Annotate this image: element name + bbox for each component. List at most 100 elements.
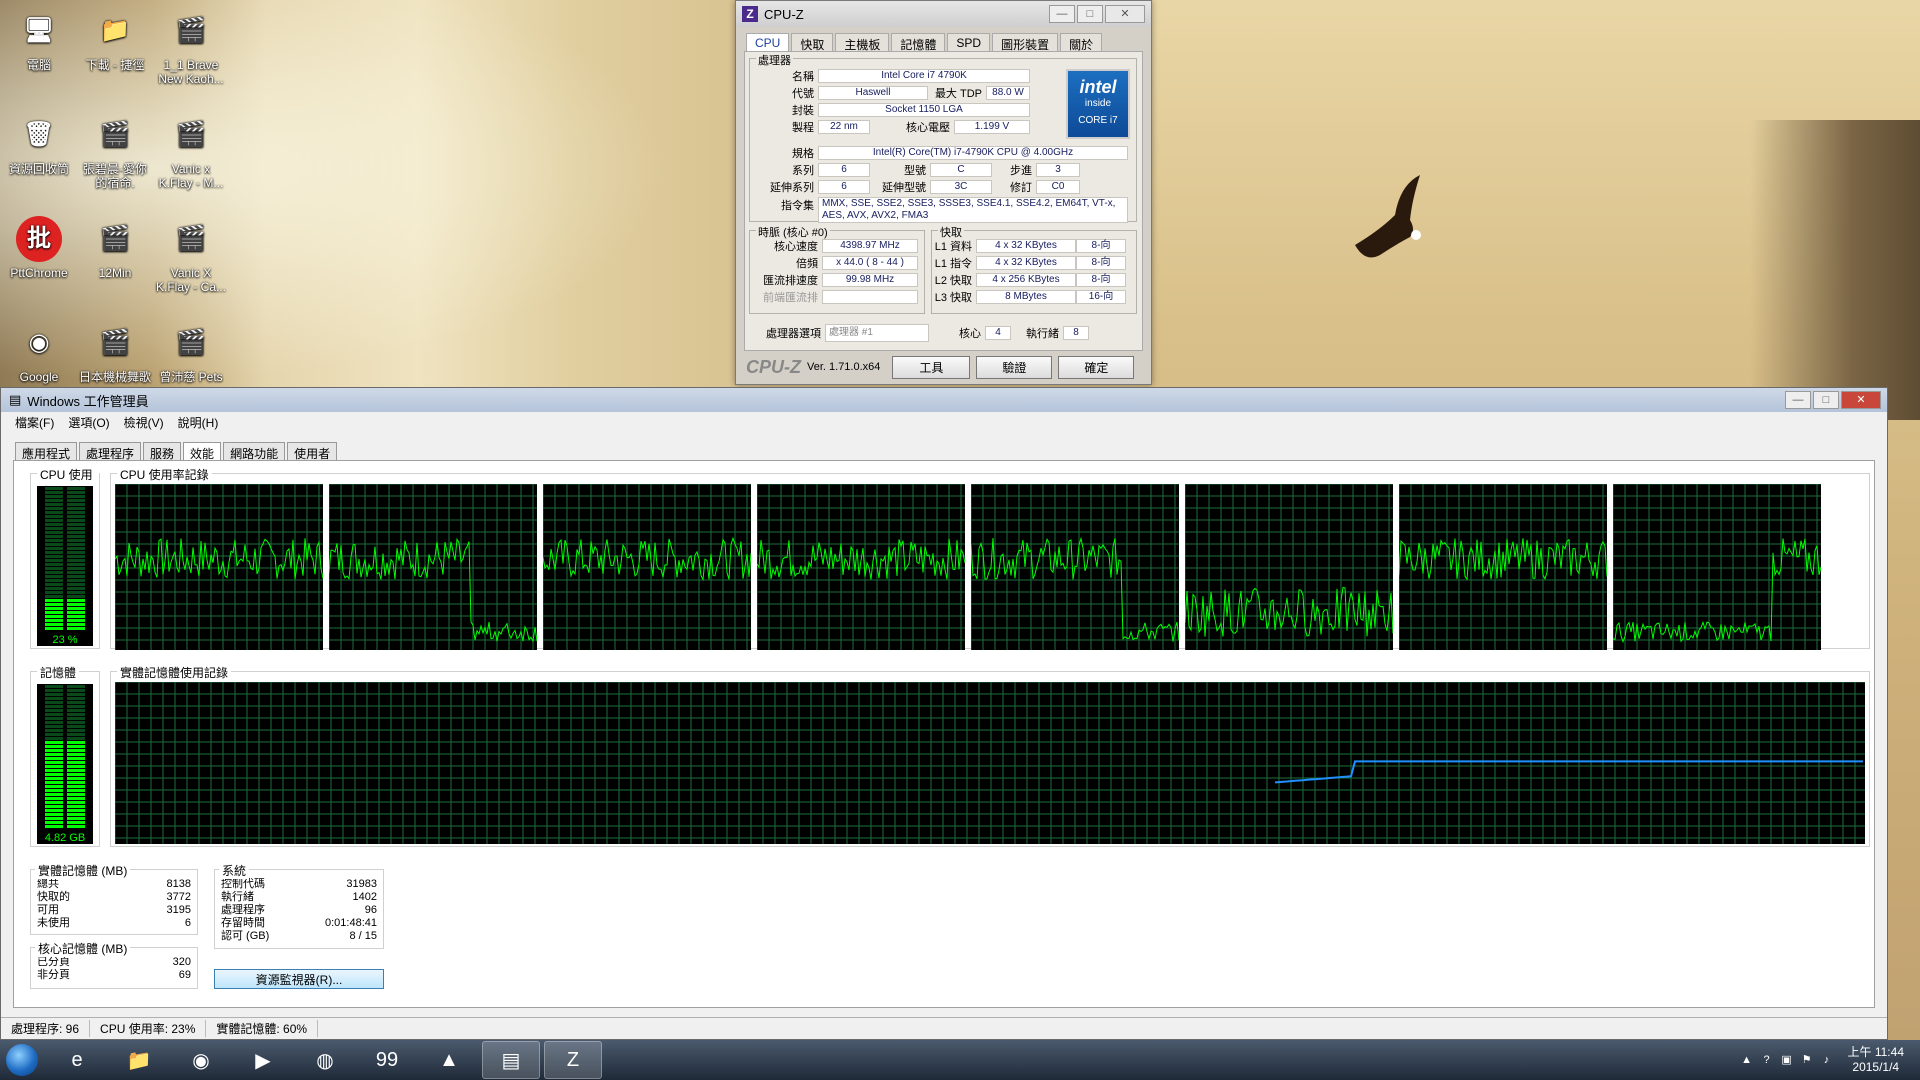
meter-segment <box>67 785 85 788</box>
cpu-core-graph <box>971 484 1179 650</box>
meter-segment <box>45 821 63 824</box>
cores-value: 4 <box>985 326 1011 340</box>
assassins-creed-icon[interactable]: ▲ <box>420 1041 478 1079</box>
stat-value: 69 <box>178 969 191 981</box>
minimize-button[interactable]: — <box>1049 5 1075 23</box>
meter-segment <box>67 627 85 630</box>
clock-date: 2015/1/4 <box>1852 1060 1900 1074</box>
desktop-icon[interactable]: 🎬 張碧晨-愛你的宿命. <box>78 112 152 191</box>
minimize-button[interactable]: — <box>1785 391 1811 409</box>
meter-segment <box>45 511 63 514</box>
meter-segment <box>45 607 63 610</box>
desktop-icon[interactable]: 🎬 1_1 Brave New Kaoh... <box>154 8 228 87</box>
tray-flag-icon[interactable]: ⚑ <box>1800 1053 1814 1067</box>
ie-icon[interactable]: e <box>48 1041 106 1079</box>
stat-value: 6 <box>184 917 191 929</box>
spec-label: 規格 <box>792 148 814 160</box>
memory-meter: 4.82 GB <box>37 684 93 844</box>
start-button[interactable] <box>0 1040 44 1080</box>
memory-history-title: 實體記憶體使用記錄 <box>117 664 232 681</box>
desktop-icon[interactable]: 🎬 曾沛慈 Pets <box>154 320 228 385</box>
meter-segment <box>67 571 85 574</box>
chrome-icon[interactable]: ◉ <box>172 1041 230 1079</box>
memory-box: 記憶體 4.82 GB <box>30 664 100 847</box>
desktop-icon[interactable]: 批 PttChrome <box>2 216 76 280</box>
ok-button[interactable]: 確定 <box>1058 355 1135 379</box>
meter-segment <box>45 689 63 692</box>
close-button[interactable]: ✕ <box>1841 391 1881 409</box>
ptt-icon[interactable]: 99 <box>358 1041 416 1079</box>
multiplier-label: 倍頻 <box>796 258 818 270</box>
meter-segment <box>67 623 85 626</box>
desktop-icon[interactable]: 📁 下載 - 捷徑 <box>78 8 152 73</box>
kernel-memory-box: 核心記憶體 (MB) 已分頁 320 非分頁 69 <box>30 940 198 989</box>
menu-item[interactable]: 檢視(V) <box>124 414 164 431</box>
status-bar: 處理程序: 96 CPU 使用率: 23% 實體記憶體: 60% <box>1 1017 1887 1039</box>
meter-segment <box>67 511 85 514</box>
meter-segment <box>67 713 85 716</box>
cpu-usage-line <box>1185 586 1393 637</box>
meter-segment <box>45 539 63 542</box>
meter-segment <box>45 693 63 696</box>
desktop-icon[interactable]: ◉ Google <box>2 320 76 385</box>
visual-studio-icon[interactable]: ▶ <box>234 1041 292 1079</box>
cpuz-cpu-panel: 處理器 名稱 Intel Core i7 4790K 代號 Haswell 最大 TD… <box>744 51 1143 351</box>
tray-arrow-icon[interactable]: ▲ <box>1740 1053 1754 1067</box>
meter-segment <box>67 813 85 816</box>
cpu-history-title: CPU 使用率記錄 <box>117 466 212 483</box>
desktop-icon[interactable]: 🖥 電腦 <box>2 8 76 73</box>
meter-segment <box>45 805 63 808</box>
explorer-icon[interactable]: 📁 <box>110 1041 168 1079</box>
menu-item[interactable]: 說明(H) <box>178 414 219 431</box>
meter-segment <box>45 563 63 566</box>
meter-segment <box>45 611 63 614</box>
clock[interactable]: 上午 11:44 2015/1/4 <box>1840 1045 1912 1075</box>
stat-row: 總共 8138 <box>31 878 197 891</box>
extmodel-label: 延伸型號 <box>882 182 926 194</box>
cpuz-icon[interactable]: Z <box>544 1041 602 1079</box>
task-manager-titlebar[interactable]: ▤ Windows 工作管理員 — □ ✕ <box>1 388 1887 412</box>
threads-label: 執行緒 <box>1026 328 1059 340</box>
resource-monitor-button[interactable]: 資源監視器(R)... <box>214 969 384 989</box>
cpuz-titlebar[interactable]: Z CPU-Z — □ ✕ <box>736 1 1151 27</box>
meter-segment <box>45 623 63 626</box>
cpu-core-graph <box>543 484 751 650</box>
meter-segment <box>67 559 85 562</box>
tray-help-icon[interactable]: ? <box>1760 1053 1774 1067</box>
tools-button[interactable]: 工具 <box>892 355 971 379</box>
menu-item[interactable]: 選項(O) <box>68 414 109 431</box>
close-button[interactable]: ✕ <box>1105 5 1145 23</box>
system-tray: ▲ ? ▣ ⚑ ♪ 上午 11:44 2015/1/4 <box>1740 1045 1920 1075</box>
tray-network-icon[interactable]: ▣ <box>1780 1053 1794 1067</box>
cpu-core-graph <box>115 484 323 650</box>
meter-segment <box>67 773 85 776</box>
video-icon: 🎬 <box>100 225 130 252</box>
stat-value: 0:01:48:41 <box>325 917 377 929</box>
stat-value: 31983 <box>346 878 377 890</box>
task-manager-icon[interactable]: ▤ <box>482 1041 540 1079</box>
menu-item[interactable]: 檔案(F) <box>15 414 54 431</box>
desktop-icon[interactable]: 🗑 資源回收筒 <box>2 112 76 177</box>
wallpaper-rock <box>1750 120 1920 420</box>
meter-segment <box>67 737 85 740</box>
meter-segment <box>67 825 85 828</box>
validate-button[interactable]: 驗證 <box>976 355 1053 379</box>
cache-size: 4 x 32 KBytes <box>976 256 1076 270</box>
tray-volume-icon[interactable]: ♪ <box>1820 1053 1834 1067</box>
memory-history-graph <box>115 682 1865 844</box>
desktop-icon[interactable]: 🎬 Vanic X K.Flay - Ca... <box>154 216 228 295</box>
task-manager-window[interactable]: ▤ Windows 工作管理員 — □ ✕ 檔案(F) 選項(O) 檢視(V) 說明(… <box>0 387 1888 1040</box>
cache-ways: 8-向 <box>1076 239 1126 253</box>
desktop-icon[interactable]: 🎬 12Min <box>78 216 152 281</box>
revision-value: C0 <box>1036 180 1080 194</box>
maximize-button[interactable]: □ <box>1077 5 1103 23</box>
cpuz-window[interactable]: Z CPU-Z — □ ✕ CPU 快取 主機板 記憶體 SPD 圖形裝置 關於 處理器 名… <box>735 0 1152 385</box>
processor-select[interactable]: 處理器 #1 <box>825 324 929 342</box>
maximize-button[interactable]: □ <box>1813 391 1839 409</box>
desktop-icon[interactable]: 🎬 日本機械舞歌 <box>78 320 152 385</box>
meter-segment <box>45 587 63 590</box>
cpu-usage-line <box>1613 538 1821 644</box>
media-player-icon[interactable]: ◍ <box>296 1041 354 1079</box>
cpu-core-graph <box>329 484 537 650</box>
desktop-icon[interactable]: 🎬 Vanic x K.Flay - M... <box>154 112 228 191</box>
